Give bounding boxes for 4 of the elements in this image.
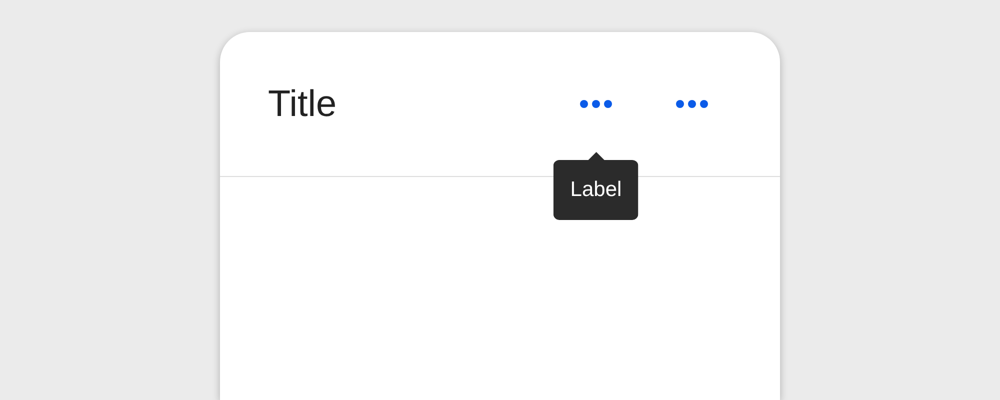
more-icon — [579, 99, 613, 109]
card-title: Title — [268, 83, 337, 125]
more-icon — [675, 99, 709, 109]
tooltip: Label — [553, 152, 639, 220]
